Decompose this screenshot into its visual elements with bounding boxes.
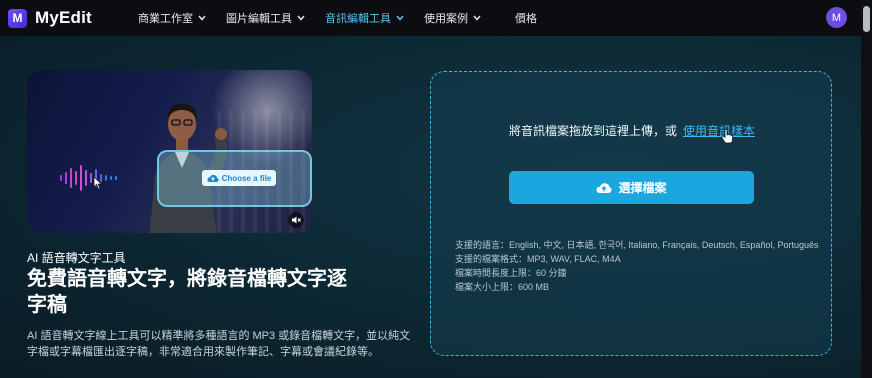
myedit-logo-icon: M xyxy=(8,8,27,28)
speaker-muted-icon[interactable] xyxy=(288,212,304,228)
supported-languages: 支援的語言：English, 中文, 日本語, 한국어, Italiano, F… xyxy=(455,240,819,250)
top-navbar: M MyEdit 商業工作室 圖片編輯工具 音訊編輯工具 使用案例 價格 M xyxy=(0,0,872,36)
choose-file-button: Choose a file xyxy=(202,170,276,186)
nav-item-business-studio[interactable]: 商業工作室 xyxy=(138,10,206,26)
cloud-upload-icon xyxy=(597,182,612,193)
chevron-down-icon xyxy=(396,15,404,21)
brand-logo[interactable]: M MyEdit xyxy=(8,0,92,36)
upload-dropzone[interactable]: 將音訊檔案拖放到這裡上傳，或 使用音訊樣本 選擇檔案 支援的語言：English,… xyxy=(430,71,832,356)
max-duration: 檔案時間長度上限：60 分鐘 xyxy=(455,268,567,278)
supported-formats: 支援的檔案格式：MP3, WAV, FLAC, M4A xyxy=(455,254,621,264)
hero-video[interactable]: Choose a file xyxy=(27,70,312,233)
hand-pointer-icon xyxy=(721,129,733,144)
page-scrollbar[interactable] xyxy=(861,0,872,378)
drop-instruction: 將音訊檔案拖放到這裡上傳，或 使用音訊樣本 xyxy=(508,124,756,138)
chevron-down-icon xyxy=(198,15,206,21)
nav-item-use-cases[interactable]: 使用案例 xyxy=(424,10,481,26)
chevron-down-icon xyxy=(297,15,305,21)
select-file-button[interactable]: 選擇檔案 xyxy=(509,171,754,204)
tool-tag: AI 語音轉文字工具 xyxy=(27,251,126,265)
page-title: 免費語音轉文字，將錄音檔轉文字逐字稿 xyxy=(27,268,347,316)
nav-item-pricing[interactable]: 價格 xyxy=(515,10,537,26)
max-file-size: 檔案大小上限：600 MB xyxy=(455,282,550,292)
use-sample-link[interactable]: 使用音訊樣本 xyxy=(683,124,755,138)
nav-item-audio-tools[interactable]: 音訊編輯工具 xyxy=(325,10,404,26)
upload-requirements: 支援的語言：English, 中文, 日本語, 한국어, Italiano, F… xyxy=(455,238,825,294)
user-avatar[interactable]: M xyxy=(826,7,847,28)
mouse-cursor-icon xyxy=(93,176,103,190)
nav-menu: 商業工作室 圖片編輯工具 音訊編輯工具 使用案例 價格 xyxy=(138,0,557,36)
chevron-down-icon xyxy=(473,15,481,21)
scrollbar-thumb[interactable] xyxy=(863,6,870,32)
file-upload-overlay: Choose a file xyxy=(157,150,312,207)
page-description: AI 語音轉文字線上工具可以精準將多種語言的 MP3 或錄音檔轉文字，並以純文字… xyxy=(27,330,411,358)
cloud-upload-icon xyxy=(207,174,219,182)
brand-name: MyEdit xyxy=(35,8,92,27)
nav-item-image-tools[interactable]: 圖片編輯工具 xyxy=(226,10,305,26)
